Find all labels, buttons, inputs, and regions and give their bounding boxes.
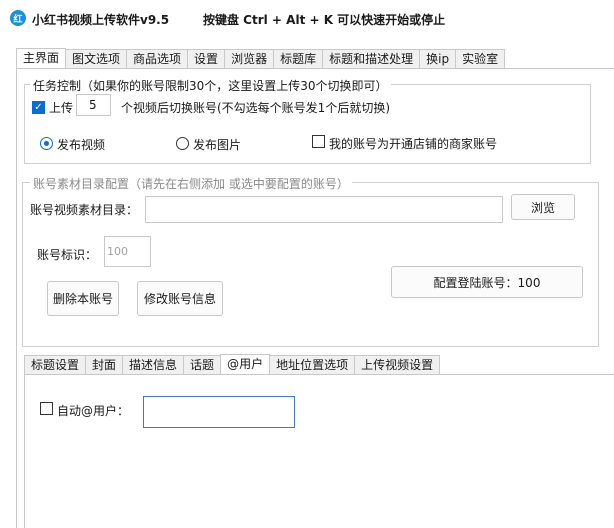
subtab-upload-video-settings[interactable]: 上传视频设置 <box>354 355 441 375</box>
app-title: 小红书视频上传软件v9.5 <box>32 13 170 27</box>
subtab-topic[interactable]: 话题 <box>183 355 222 375</box>
delete-account-button[interactable]: 删除本账号 <box>47 281 119 316</box>
browse-button[interactable]: 浏览 <box>511 194 575 220</box>
material-dir-input[interactable] <box>145 196 503 223</box>
tab-browser[interactable]: 浏览器 <box>224 49 275 69</box>
tab-settings[interactable]: 设置 <box>187 49 226 69</box>
merchant-account-checkbox[interactable] <box>312 135 325 148</box>
account-config-label: 账号素材目录配置（请先在右侧添加 或选中要配置的账号） <box>30 175 352 192</box>
material-dir-label: 账号视频素材目录： <box>30 203 139 217</box>
sub-tab-panel <box>24 374 614 528</box>
tab-image-text-options[interactable]: 图文选项 <box>65 49 128 69</box>
tab-product-options[interactable]: 商品选项 <box>126 49 189 69</box>
publish-image-label: 发布图片 <box>193 138 242 152</box>
subtab-description[interactable]: 描述信息 <box>122 355 185 375</box>
subtab-location-options[interactable]: 地址位置选项 <box>269 355 356 375</box>
tab-change-ip[interactable]: 换ip <box>419 49 457 69</box>
shortcut-hint: 按键盘 Ctrl + Alt + K 可以快速开始或停止 <box>203 13 446 27</box>
app-icon-glyph: 红 <box>13 14 23 25</box>
subtab-title-settings[interactable]: 标题设置 <box>24 355 87 375</box>
edit-account-button[interactable]: 修改账号信息 <box>137 281 223 316</box>
account-id-label: 账号标识： <box>37 248 98 262</box>
task-control-label: 任务控制（如果你的账号限制30个，这里设置上传30个切换即可） <box>30 77 391 94</box>
tab-title-library[interactable]: 标题库 <box>273 49 324 69</box>
config-login-account-button[interactable]: 配置登陆账号：100 <box>391 266 583 298</box>
publish-image-radio[interactable] <box>176 137 189 150</box>
upload-switch-checkbox[interactable]: ✓ <box>32 101 45 114</box>
tab-main[interactable]: 主界面 <box>16 48 67 69</box>
subtab-cover[interactable]: 封面 <box>85 355 124 375</box>
account-id-input[interactable]: 100 <box>104 236 151 267</box>
merchant-account-label: 我的账号为开通店铺的商家账号 <box>329 137 498 151</box>
upload-check-label: 上传 <box>49 101 74 115</box>
tab-title-description-processing[interactable]: 标题和描述处理 <box>322 49 421 69</box>
publish-video-label: 发布视频 <box>57 138 106 152</box>
subtab-mention-users[interactable]: @用户 <box>220 354 271 375</box>
auto-mention-input[interactable] <box>143 396 295 428</box>
tab-lab[interactable]: 实验室 <box>455 49 506 69</box>
publish-video-radio[interactable] <box>40 137 53 150</box>
upload-count-input[interactable]: 5 <box>76 94 111 116</box>
app-icon: 红 <box>10 10 26 26</box>
sub-tab-strip: 标题设置 封面 描述信息 话题 @用户 地址位置选项 上传视频设置 <box>24 354 441 375</box>
upload-count-suffix: 个视频后切换账号(不勾选每个账号发1个后就切换) <box>121 101 390 115</box>
auto-mention-label: 自动@用户： <box>57 404 130 418</box>
main-tab-strip: 主界面 图文选项 商品选项 设置 浏览器 标题库 标题和描述处理 换ip 实验室 <box>16 48 506 69</box>
auto-mention-checkbox[interactable] <box>40 402 53 415</box>
